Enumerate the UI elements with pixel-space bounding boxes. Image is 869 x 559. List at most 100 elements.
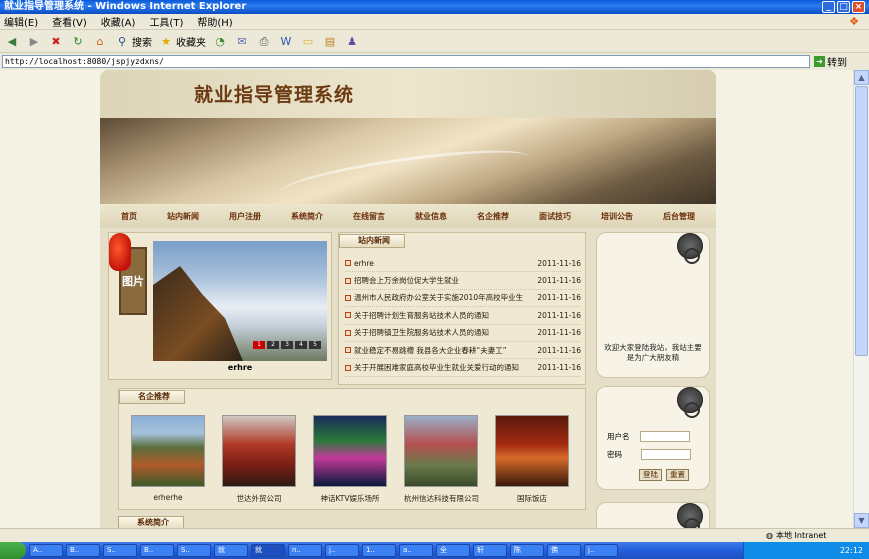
nav-news[interactable]: 站内新闻	[167, 211, 199, 222]
slide-number[interactable]: 5	[309, 341, 321, 349]
password-input[interactable]	[641, 449, 691, 460]
intro-tab[interactable]: 系统简介	[118, 516, 184, 528]
username-input[interactable]	[639, 431, 690, 442]
company-image[interactable]	[313, 415, 387, 487]
refresh-icon[interactable]: ↻	[70, 34, 86, 50]
news-item[interactable]: 招聘会上万余岗位促大学生就业 2011-11-16	[345, 272, 581, 290]
company-item[interactable]: 世达外贸公司	[222, 415, 296, 504]
companies-tab[interactable]: 名企推荐	[119, 390, 185, 404]
news-title[interactable]: 温州市人民政府办公室关于实施2010年高校毕业生	[354, 292, 523, 303]
company-image[interactable]	[495, 415, 569, 487]
news-title[interactable]: 招聘会上万余岗位促大学生就业	[354, 275, 459, 286]
menu-help[interactable]: 帮助(H)	[197, 14, 232, 29]
slide-number[interactable]: 3	[281, 341, 293, 349]
slideshow-photo[interactable]: 1 2 3 4 5	[153, 241, 327, 361]
home-icon[interactable]: ⌂	[92, 34, 108, 50]
scroll-down-icon[interactable]: ▼	[854, 513, 869, 528]
news-item[interactable]: 关于招聘计划生育服务站技术人员的通知 2011-11-16	[345, 307, 581, 325]
stop-icon[interactable]: ✖	[48, 34, 64, 50]
taskbar-item[interactable]: a..	[399, 544, 433, 557]
menu-edit[interactable]: 编辑(E)	[4, 14, 38, 29]
menu-tools[interactable]: 工具(T)	[149, 14, 183, 29]
forward-icon[interactable]: ▶	[26, 34, 42, 50]
news-title[interactable]: 关于招聘镇卫生院服务站技术人员的通知	[354, 327, 489, 338]
news-title[interactable]: erhre	[354, 259, 374, 268]
company-name[interactable]: 神话KTV娱乐场所	[313, 493, 387, 504]
nav-jobs[interactable]: 就业信息	[415, 211, 447, 222]
taskbar-item[interactable]: 佛	[547, 544, 581, 557]
taskbar-item[interactable]: n..	[288, 544, 322, 557]
scroll-thumb[interactable]	[855, 86, 868, 356]
company-item[interactable]: 杭州信达科技有限公司	[404, 415, 479, 504]
news-item[interactable]: 就业稳定不易跳槽 我县各大企业春耕“夫妻工” 2011-11-16	[345, 342, 581, 360]
close-button[interactable]: ×	[852, 1, 865, 13]
company-name[interactable]: 杭州信达科技有限公司	[404, 493, 479, 504]
nav-companies[interactable]: 名企推荐	[477, 211, 509, 222]
start-button[interactable]	[0, 542, 26, 559]
taskbar-item[interactable]: 就	[214, 544, 248, 557]
folder-icon[interactable]: ▭	[300, 34, 316, 50]
maximize-button[interactable]: □	[837, 1, 850, 13]
search-button[interactable]: ⚲ 搜索	[114, 34, 152, 50]
taskbar-item[interactable]: S..	[177, 544, 211, 557]
company-item[interactable]: erherhe	[131, 415, 205, 504]
news-title[interactable]: 关于开展困难家庭高校毕业生就业关爱行动的通知	[354, 362, 519, 373]
back-icon[interactable]: ◀	[4, 34, 20, 50]
messenger-icon[interactable]: ♟	[344, 34, 360, 50]
nav-home[interactable]: 首页	[121, 211, 137, 222]
print-icon[interactable]: ⎙	[256, 34, 272, 50]
favorites-button[interactable]: ★ 收藏夹	[158, 34, 206, 50]
taskbar-item[interactable]: B..	[140, 544, 174, 557]
taskbar-item[interactable]: B..	[66, 544, 100, 557]
research-icon[interactable]: ▤	[322, 34, 338, 50]
company-item[interactable]: 神话KTV娱乐场所	[313, 415, 387, 504]
company-name[interactable]: 世达外贸公司	[222, 493, 296, 504]
taskbar-item[interactable]: 轩	[473, 544, 507, 557]
company-item[interactable]: 国际饭店	[495, 415, 569, 504]
slideshow-caption[interactable]: erhre	[153, 363, 327, 372]
news-title[interactable]: 关于招聘计划生育服务站技术人员的通知	[354, 310, 489, 321]
mail-icon[interactable]: ✉	[234, 34, 250, 50]
slide-number[interactable]: 4	[295, 341, 307, 349]
nav-admin[interactable]: 后台管理	[663, 211, 695, 222]
vertical-scrollbar[interactable]: ▲ ▼	[853, 70, 869, 528]
menu-favorites[interactable]: 收藏(A)	[101, 14, 136, 29]
taskbar-item[interactable]: S..	[103, 544, 137, 557]
company-image[interactable]	[404, 415, 478, 487]
taskbar-item[interactable]: 陈	[510, 544, 544, 557]
slide-number[interactable]: 1	[253, 341, 265, 349]
scroll-up-icon[interactable]: ▲	[854, 70, 869, 85]
reset-button[interactable]: 重置	[666, 469, 689, 481]
taskbar-item[interactable]: j..	[325, 544, 359, 557]
company-image[interactable]	[131, 415, 205, 487]
nav-messages[interactable]: 在线留言	[353, 211, 385, 222]
login-button[interactable]: 登陆	[639, 469, 662, 481]
address-input[interactable]: http://localhost:8080/jspjyzdxns/	[2, 55, 810, 68]
news-item[interactable]: 关于开展困难家庭高校毕业生就业关爱行动的通知 2011-11-16	[345, 359, 581, 377]
news-tab[interactable]: 站内新闻	[339, 234, 405, 248]
company-name[interactable]: 国际饭店	[495, 493, 569, 504]
taskbar-item[interactable]: j..	[584, 544, 618, 557]
taskbar-item[interactable]: 全	[436, 544, 470, 557]
company-image[interactable]	[222, 415, 296, 487]
news-date: 2011-11-16	[537, 293, 581, 303]
menu-view[interactable]: 查看(V)	[52, 14, 87, 29]
site-container: 就业指导管理系统 首页 站内新闻 用户注册 系统简介 在线留言 就业信息 名企推…	[100, 70, 716, 528]
nav-interview-tips[interactable]: 面试技巧	[539, 211, 571, 222]
news-item[interactable]: 温州市人民政府办公室关于实施2010年高校毕业生 2011-11-16	[345, 290, 581, 308]
nav-training[interactable]: 培训公告	[601, 211, 633, 222]
taskbar-item[interactable]: 就	[251, 544, 285, 557]
slide-number[interactable]: 2	[267, 341, 279, 349]
go-button[interactable]: ➜ 转到	[814, 54, 847, 69]
nav-register[interactable]: 用户注册	[229, 211, 261, 222]
news-item[interactable]: erhre 2011-11-16	[345, 255, 581, 273]
edit-icon[interactable]: W	[278, 34, 294, 50]
minimize-button[interactable]: _	[822, 1, 835, 13]
news-item[interactable]: 关于招聘镇卫生院服务站技术人员的通知 2011-11-16	[345, 325, 581, 342]
taskbar-item[interactable]: 1..	[362, 544, 396, 557]
news-title[interactable]: 就业稳定不易跳槽 我县各大企业春耕“夫妻工”	[354, 345, 507, 356]
taskbar-item[interactable]: A..	[29, 544, 63, 557]
company-name[interactable]: erherhe	[131, 493, 205, 502]
history-icon[interactable]: ◔	[212, 34, 228, 50]
nav-intro[interactable]: 系统简介	[291, 211, 323, 222]
